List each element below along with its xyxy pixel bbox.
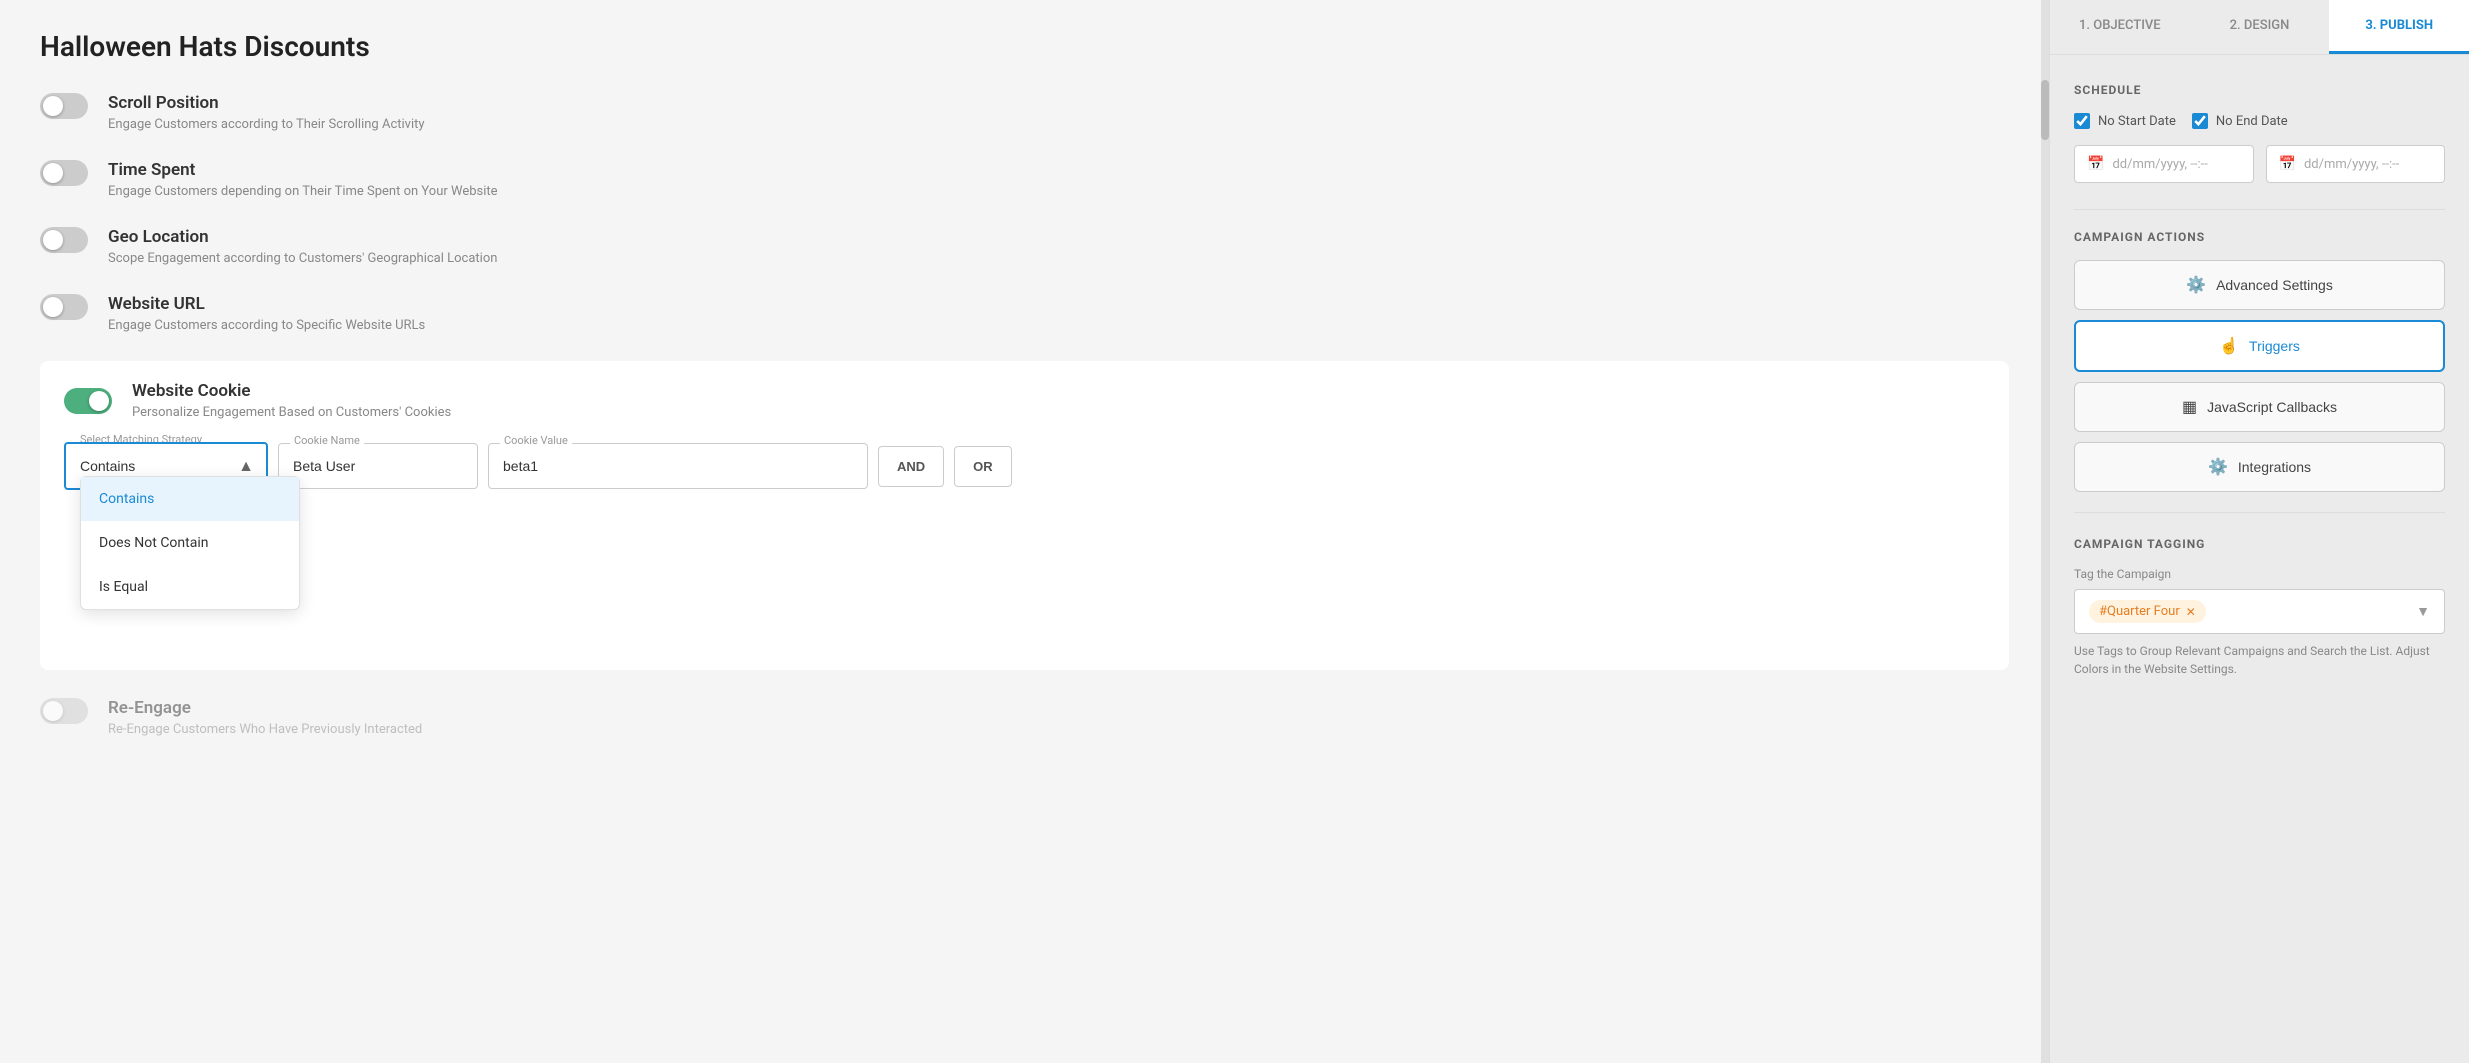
campaign-actions-title: CAMPAIGN ACTIONS — [2074, 230, 2445, 244]
website-url-desc: Engage Customers according to Specific W… — [108, 318, 2009, 333]
cookie-value-input[interactable] — [488, 443, 868, 489]
cookie-name-input[interactable] — [278, 443, 478, 489]
geo-location-row: Geo Location Scope Engagement according … — [40, 227, 2009, 266]
no-end-date-checkbox[interactable] — [2192, 113, 2208, 129]
tag-dropdown-arrow-icon[interactable]: ▼ — [2416, 603, 2430, 620]
website-cookie-row: Website Cookie Personalize Engagement Ba… — [40, 361, 2009, 670]
website-cookie-toggle[interactable] — [64, 388, 112, 414]
time-spent-desc: Engage Customers depending on Their Time… — [108, 184, 2009, 199]
end-date-input[interactable]: 📅 dd/mm/yyyy, --:-- — [2266, 145, 2446, 183]
advanced-settings-icon: ⚙️ — [2186, 275, 2206, 295]
scroll-position-toggle[interactable] — [40, 93, 88, 119]
no-start-date-checkbox[interactable] — [2074, 113, 2090, 129]
end-date-calendar-icon: 📅 — [2279, 156, 2296, 172]
no-end-date-label[interactable]: No End Date — [2192, 113, 2288, 129]
integrations-icon: ⚙️ — [2208, 457, 2228, 477]
re-engage-title: Re-Engage — [108, 698, 2009, 718]
tab-design[interactable]: 2. DESIGN — [2190, 0, 2330, 54]
integrations-button[interactable]: ⚙️ Integrations — [2074, 442, 2445, 492]
website-cookie-desc: Personalize Engagement Based on Customer… — [132, 405, 451, 420]
cookie-value-group: Cookie Value — [488, 443, 868, 489]
time-spent-title: Time Spent — [108, 160, 2009, 180]
time-spent-toggle[interactable] — [40, 160, 88, 186]
divider-1 — [2074, 209, 2445, 210]
start-date-calendar-icon: 📅 — [2087, 156, 2104, 172]
integrations-label: Integrations — [2238, 459, 2311, 475]
geo-location-title: Geo Location — [108, 227, 2009, 247]
geo-location-toggle[interactable] — [40, 227, 88, 253]
scrollbar-thumb[interactable] — [2041, 80, 2049, 140]
scrollbar-track — [2041, 0, 2049, 1063]
javascript-icon: ▦ — [2182, 397, 2197, 417]
tag-chip-label: #Quarter Four — [2099, 604, 2180, 619]
re-engage-desc: Re-Engage Customers Who Have Previously … — [108, 722, 2009, 737]
website-url-toggle[interactable] — [40, 294, 88, 320]
website-url-row: Website URL Engage Customers according t… — [40, 294, 2009, 333]
tag-help-text: Use Tags to Group Relevant Campaigns and… — [2074, 642, 2445, 678]
tab-publish[interactable]: 3. PUBLISH — [2329, 0, 2469, 54]
scroll-position-title: Scroll Position — [108, 93, 2009, 113]
end-date-placeholder: dd/mm/yyyy, --:-- — [2304, 157, 2399, 172]
advanced-settings-button[interactable]: ⚙️ Advanced Settings — [2074, 260, 2445, 310]
start-date-input[interactable]: 📅 dd/mm/yyyy, --:-- — [2074, 145, 2254, 183]
start-date-placeholder: dd/mm/yyyy, --:-- — [2112, 157, 2207, 172]
re-engage-row: Re-Engage Re-Engage Customers Who Have P… — [40, 698, 2009, 737]
website-url-title: Website URL — [108, 294, 2009, 314]
geo-location-desc: Scope Engagement according to Customers'… — [108, 251, 2009, 266]
triggers-button[interactable]: ☝️ Triggers — [2074, 320, 2445, 372]
javascript-callbacks-label: JavaScript Callbacks — [2207, 399, 2337, 415]
left-panel: Halloween Hats Discounts Scroll Position… — [0, 0, 2049, 1063]
cookie-name-label: Cookie Name — [290, 434, 364, 447]
cookie-name-group: Cookie Name — [278, 443, 478, 489]
no-end-date-text: No End Date — [2216, 114, 2288, 129]
re-engage-toggle[interactable] — [40, 698, 88, 724]
triggers-icon: ☝️ — [2219, 336, 2239, 356]
tag-chip-quarter-four: #Quarter Four ✕ — [2089, 600, 2206, 623]
tag-chip-remove[interactable]: ✕ — [2186, 605, 2196, 619]
cookie-value-label: Cookie Value — [500, 434, 572, 447]
right-content: SCHEDULE No Start Date No End Date 📅 dd/… — [2050, 55, 2469, 1063]
campaign-tagging-title: CAMPAIGN TAGGING — [2074, 537, 2445, 551]
javascript-callbacks-button[interactable]: ▦ JavaScript Callbacks — [2074, 382, 2445, 432]
time-spent-row: Time Spent Engage Customers depending on… — [40, 160, 2009, 199]
tab-bar: 1. OBJECTIVE 2. DESIGN 3. PUBLISH — [2050, 0, 2469, 55]
scroll-position-desc: Engage Customers according to Their Scro… — [108, 117, 2009, 132]
page-title: Halloween Hats Discounts — [40, 30, 2009, 63]
dropdown-item-is-equal[interactable]: Is Equal — [81, 565, 299, 609]
no-start-date-text: No Start Date — [2098, 114, 2176, 129]
right-panel: 1. OBJECTIVE 2. DESIGN 3. PUBLISH SCHEDU… — [2049, 0, 2469, 1063]
triggers-label: Triggers — [2249, 338, 2300, 354]
schedule-checkboxes: No Start Date No End Date — [2074, 113, 2445, 129]
campaign-tagging-section: CAMPAIGN TAGGING Tag the Campaign #Quart… — [2074, 537, 2445, 678]
schedule-section-title: SCHEDULE — [2074, 83, 2445, 97]
no-start-date-label[interactable]: No Start Date — [2074, 113, 2176, 129]
or-button[interactable]: OR — [954, 446, 1012, 487]
dropdown-item-contains[interactable]: Contains — [81, 477, 299, 521]
dropdown-item-does-not-contain[interactable]: Does Not Contain — [81, 521, 299, 565]
advanced-settings-label: Advanced Settings — [2216, 277, 2333, 293]
tag-label: Tag the Campaign — [2074, 567, 2445, 581]
scroll-position-row: Scroll Position Engage Customers accordi… — [40, 93, 2009, 132]
tag-select[interactable]: #Quarter Four ✕ ▼ — [2074, 589, 2445, 634]
and-button[interactable]: AND — [878, 446, 944, 487]
matching-strategy-dropdown: Contains Does Not Contain Is Equal — [80, 476, 300, 610]
divider-2 — [2074, 512, 2445, 513]
tab-objective[interactable]: 1. OBJECTIVE — [2050, 0, 2190, 54]
website-cookie-title: Website Cookie — [132, 381, 451, 401]
